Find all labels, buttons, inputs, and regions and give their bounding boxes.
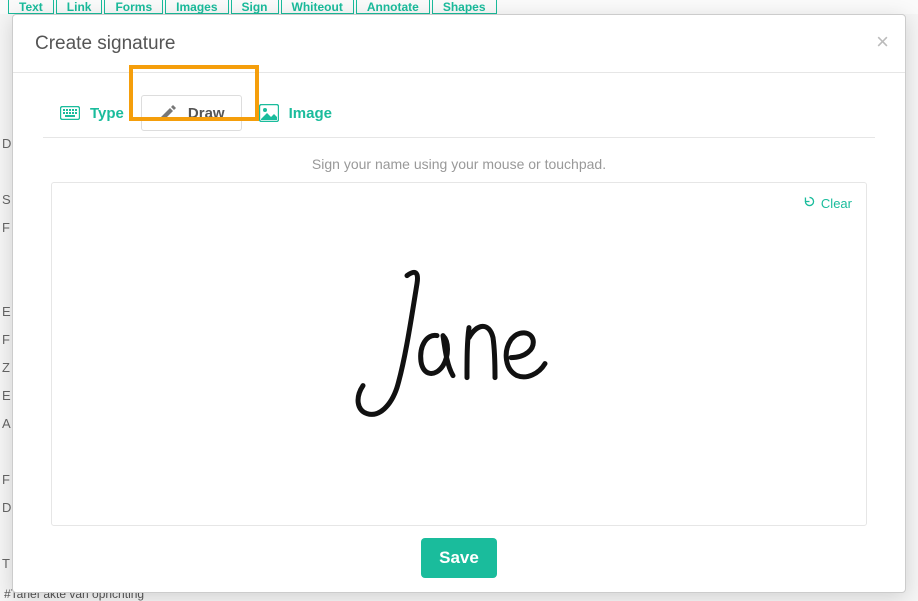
signature-canvas[interactable]: Clear (51, 182, 867, 526)
modal-title: Create signature (35, 33, 175, 55)
modal-header: Create signature × (13, 15, 905, 73)
tab-type-label: Type (90, 105, 124, 122)
modal-footer: Save (31, 526, 887, 578)
save-button[interactable]: Save (421, 538, 497, 578)
bg-tool-annotate: Annotate (356, 0, 430, 14)
bg-tool-whiteout: Whiteout (281, 0, 354, 14)
tabs-row: Type Draw Image (43, 95, 875, 138)
create-signature-modal: Create signature × Type Draw Image (12, 14, 906, 593)
bg-tool-images: Images (165, 0, 228, 14)
bg-tool-shapes: Shapes (432, 0, 497, 14)
clear-button-label: Clear (821, 196, 852, 211)
undo-icon (803, 195, 816, 211)
tab-draw[interactable]: Draw (141, 95, 242, 131)
pencil-icon (158, 104, 178, 122)
bg-tool-forms: Forms (104, 0, 163, 14)
tab-image[interactable]: Image (242, 95, 349, 131)
keyboard-icon (60, 104, 80, 122)
close-icon[interactable]: × (876, 31, 889, 53)
background-left-strip: DSFEFZEAFDT (2, 130, 10, 601)
drawn-signature (349, 266, 569, 436)
clear-button[interactable]: Clear (803, 195, 852, 211)
bg-tool-link: Link (56, 0, 103, 14)
bg-tool-sign: Sign (231, 0, 279, 14)
background-toolbar: Text Link Forms Images Sign Whiteout Ann… (0, 0, 918, 14)
modal-body: Type Draw Image Sign your name using you… (13, 73, 905, 592)
image-icon (259, 104, 279, 122)
instruction-text: Sign your name using your mouse or touch… (31, 156, 887, 172)
tab-image-label: Image (289, 105, 332, 122)
bg-tool-text: Text (8, 0, 54, 14)
tab-draw-label: Draw (188, 105, 225, 122)
tab-type[interactable]: Type (43, 95, 141, 131)
